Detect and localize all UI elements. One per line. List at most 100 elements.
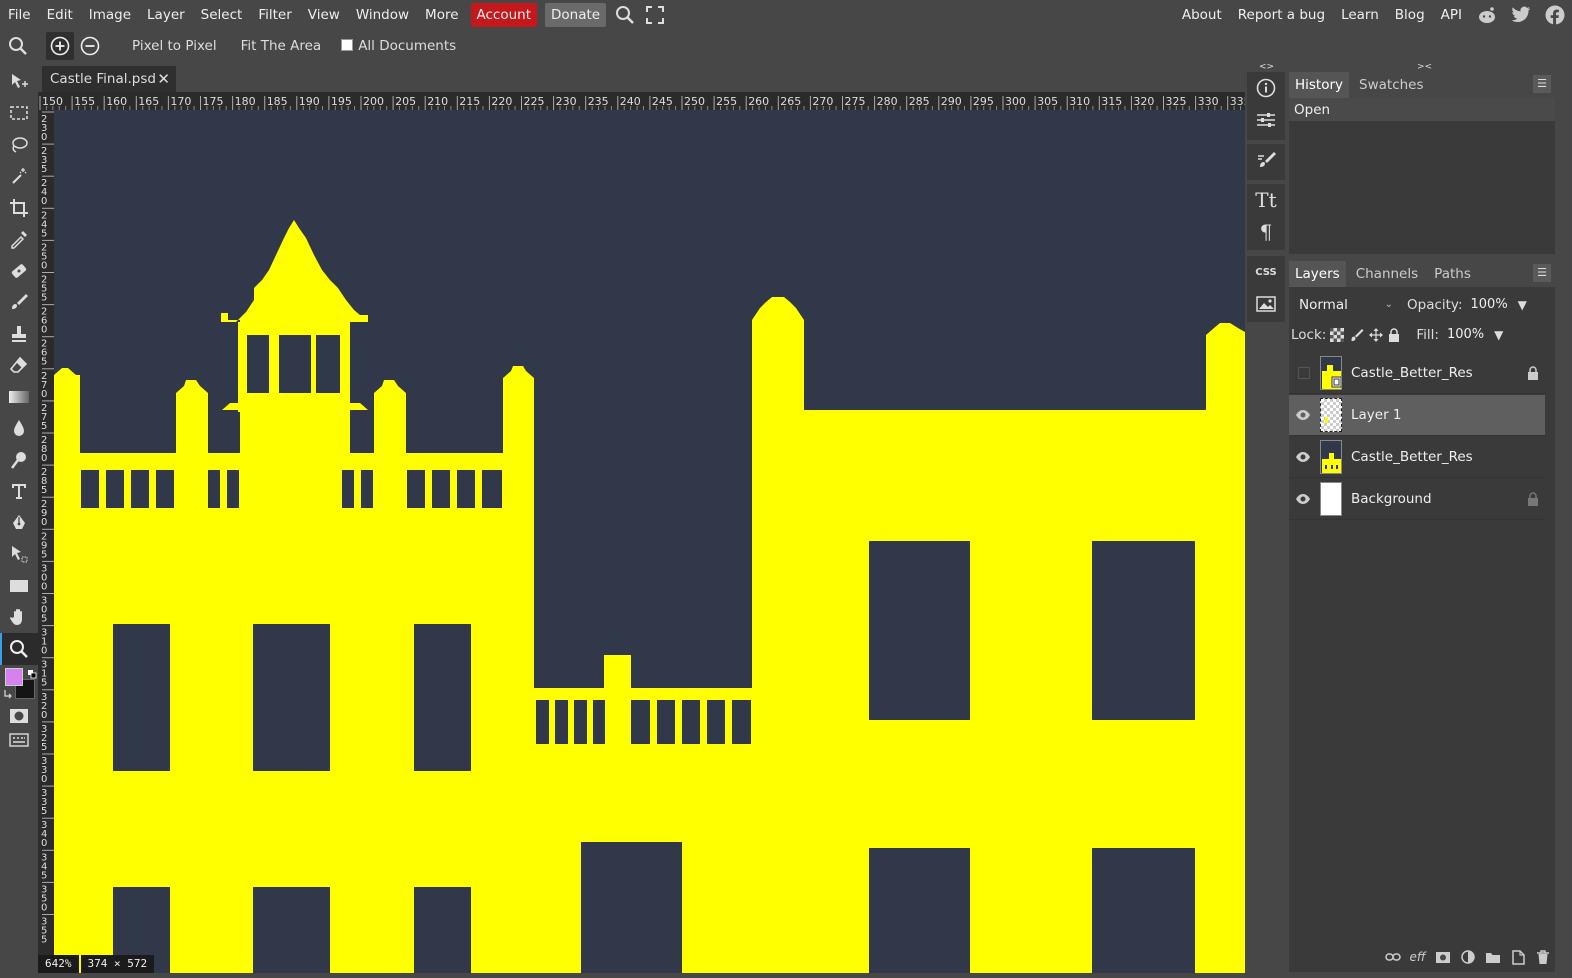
tab-swatches[interactable]: Swatches (1353, 72, 1430, 98)
layer-row[interactable]: Background (1289, 479, 1545, 520)
menu-window[interactable]: Window (348, 0, 417, 30)
menu-layer[interactable]: Layer (139, 0, 193, 30)
all-documents-checkbox[interactable]: All Documents (333, 38, 468, 54)
layer-name[interactable]: Background (1351, 479, 1432, 519)
fill-input[interactable]: 100% (1442, 324, 1489, 346)
donate-button[interactable]: Donate (545, 3, 607, 27)
adjustment-layer-icon[interactable] (1455, 945, 1480, 969)
history-entry-open[interactable]: Open (1289, 98, 1555, 122)
move-tool[interactable] (0, 66, 38, 98)
eye-icon[interactable] (1295, 407, 1311, 423)
tab-channels[interactable]: Channels (1350, 261, 1424, 287)
adjustments-icon[interactable] (1247, 104, 1285, 136)
history-menu-icon[interactable]: ☰ (1533, 75, 1551, 93)
layer-effects-icon[interactable]: eff (1405, 945, 1430, 969)
foreground-color-swatch[interactable] (5, 668, 23, 686)
css-icon[interactable]: CSS (1247, 256, 1285, 288)
dodge-tool[interactable] (0, 444, 38, 476)
info-icon[interactable] (1247, 72, 1285, 104)
path-select-tool[interactable] (0, 539, 38, 571)
layer-row[interactable]: Castle_Better_Res (1289, 437, 1545, 478)
menu-image[interactable]: Image (81, 0, 139, 30)
eraser-tool[interactable] (0, 350, 38, 382)
zoom-tool[interactable] (0, 633, 38, 665)
layers-menu-icon[interactable]: ☰ (1533, 264, 1551, 282)
layer-row[interactable]: Layer 1 (1289, 395, 1545, 436)
character-icon[interactable]: Tt (1247, 184, 1285, 216)
add-mask-icon[interactable] (1430, 945, 1455, 969)
brush-tool[interactable] (0, 287, 38, 319)
type-tool[interactable] (0, 476, 38, 508)
twitter-icon[interactable] (1504, 0, 1538, 30)
facebook-icon[interactable] (1538, 0, 1572, 30)
account-button[interactable]: Account (470, 3, 538, 27)
eye-icon[interactable] (1295, 449, 1311, 465)
eye-icon[interactable] (1295, 491, 1311, 507)
blend-mode-select[interactable]: Normal ⌄ (1293, 293, 1399, 317)
new-layer-icon[interactable] (1505, 945, 1530, 969)
link-learn[interactable]: Learn (1333, 0, 1387, 30)
zoom-level[interactable]: 642% (38, 955, 79, 973)
link-about[interactable]: About (1174, 0, 1230, 30)
fullscreen-icon[interactable] (640, 0, 670, 30)
paragraph-icon[interactable]: ¶ (1247, 216, 1285, 248)
opacity-input[interactable]: 100% (1466, 294, 1512, 316)
tab-paths[interactable]: Paths (1428, 261, 1477, 287)
link-report-bug[interactable]: Report a bug (1230, 0, 1333, 30)
blur-tool[interactable] (0, 413, 38, 445)
menu-file[interactable]: File (0, 0, 39, 30)
zoom-in-icon[interactable] (46, 32, 74, 60)
swap-colors-icon[interactable] (28, 668, 37, 683)
layer-visibility-toggle[interactable] (1298, 367, 1310, 379)
eyedropper-tool[interactable] (0, 224, 38, 256)
fill-dropdown-icon[interactable]: ▼ (1494, 328, 1503, 342)
search-icon[interactable] (610, 0, 640, 30)
brush-settings-icon[interactable] (1247, 144, 1285, 176)
close-tab-icon[interactable]: ✕ (157, 66, 170, 92)
link-layers-icon[interactable] (1380, 945, 1405, 969)
layer-name[interactable]: Layer 1 (1351, 395, 1402, 435)
marquee-tool[interactable] (0, 98, 38, 130)
menu-view[interactable]: View (300, 0, 348, 30)
pixel-to-pixel-button[interactable]: Pixel to Pixel (120, 38, 229, 54)
layer-row[interactable]: Castle_Better_Res (1289, 353, 1545, 394)
healing-brush-tool[interactable] (0, 255, 38, 287)
hand-tool[interactable] (0, 602, 38, 634)
menu-select[interactable]: Select (193, 0, 251, 30)
shape-tool[interactable] (0, 570, 38, 602)
link-api[interactable]: API (1433, 0, 1470, 30)
crop-tool[interactable] (0, 192, 38, 224)
lock-all-icon[interactable] (1388, 328, 1400, 342)
layer-name[interactable]: Castle_Better_Res (1351, 437, 1473, 477)
ruler-label: 210 (427, 95, 448, 108)
collapse-right-icon[interactable]: >< (1417, 62, 1432, 72)
opacity-dropdown-icon[interactable]: ▼ (1518, 298, 1527, 312)
lock-pixels-icon[interactable] (1350, 328, 1364, 342)
menu-filter[interactable]: Filter (250, 0, 299, 30)
link-blog[interactable]: Blog (1387, 0, 1433, 30)
lock-transparency-icon[interactable] (1330, 328, 1345, 342)
lasso-tool[interactable] (0, 129, 38, 161)
layer-name[interactable]: Castle_Better_Res (1351, 353, 1473, 393)
pen-tool[interactable] (0, 507, 38, 539)
magic-wand-tool[interactable] (0, 161, 38, 193)
tab-layers[interactable]: Layers (1289, 261, 1346, 287)
collapse-left-icon[interactable]: <> (1259, 62, 1274, 72)
keyboard-icon[interactable] (0, 724, 38, 756)
clone-stamp-tool[interactable] (0, 318, 38, 350)
tab-history[interactable]: History (1289, 72, 1350, 98)
delete-layer-icon[interactable] (1530, 945, 1555, 969)
new-folder-icon[interactable] (1480, 945, 1505, 969)
lock-position-icon[interactable] (1369, 328, 1384, 342)
zoom-out-icon[interactable] (76, 32, 104, 60)
document-tab[interactable]: Castle Final.psd ✕ (42, 66, 176, 92)
all-documents-checkbox-box[interactable] (341, 39, 354, 51)
image-icon[interactable] (1247, 288, 1285, 320)
document-canvas[interactable] (54, 110, 1245, 973)
ruler-label: 260 (748, 95, 769, 108)
gradient-tool[interactable] (0, 381, 38, 413)
fit-area-button[interactable]: Fit The Area (229, 38, 334, 54)
menu-edit[interactable]: Edit (39, 0, 81, 30)
menu-more[interactable]: More (417, 0, 466, 30)
reddit-icon[interactable] (1470, 0, 1504, 30)
